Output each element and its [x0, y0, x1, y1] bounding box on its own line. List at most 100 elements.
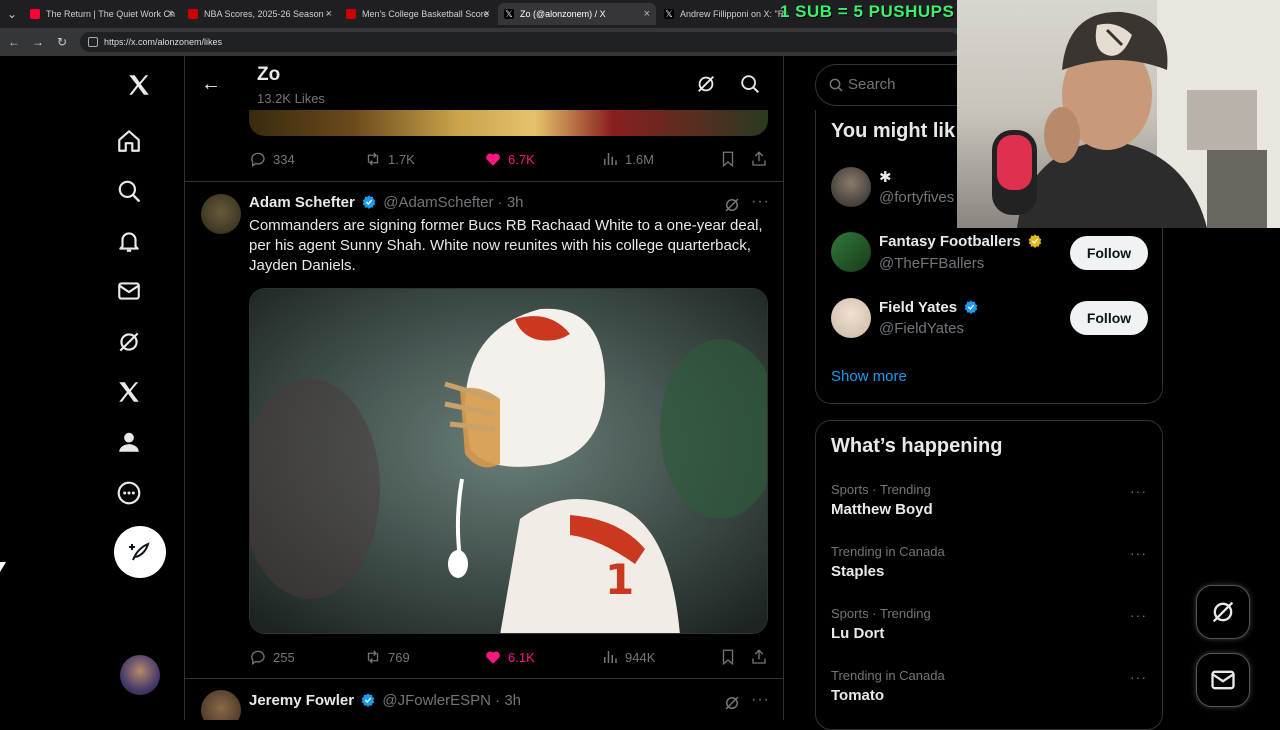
mail-icon	[1211, 670, 1235, 690]
views-bar-chart-icon	[604, 153, 617, 165]
search-icon[interactable]	[739, 73, 761, 100]
user-handle[interactable]: @fortyfives	[879, 189, 954, 206]
show-more-link[interactable]: Show more	[831, 368, 907, 385]
x-favicon-icon: 𝕏	[504, 9, 514, 19]
browser-tab-3[interactable]: Men's College Basketball Score ×	[340, 3, 496, 25]
trend-name[interactable]: Staples	[831, 563, 884, 580]
trend-meta: Sports · Trending	[831, 606, 931, 621]
trend-more-icon[interactable]: ···	[1130, 483, 1147, 499]
url-input[interactable]: https://x.com/alonzonem/likes	[80, 32, 960, 52]
author-avatar[interactable]	[201, 194, 241, 234]
share-button[interactable]	[750, 149, 768, 169]
author-handle[interactable]: @JFowlerESPN	[382, 692, 491, 709]
tweet-media-image[interactable]	[249, 110, 768, 136]
main-timeline: ← Zo 13.2K Likes 334 1.7K 6.7K 1.6M Adam…	[184, 56, 784, 720]
bookmark-button[interactable]	[719, 647, 737, 667]
trend-meta: Trending in Canada	[831, 668, 945, 683]
trend-name[interactable]: Lu Dort	[831, 625, 884, 642]
author-avatar[interactable]	[201, 690, 241, 720]
account-avatar[interactable]	[120, 655, 160, 695]
profile-header: ← Zo 13.2K Likes	[185, 56, 783, 110]
tweet-time[interactable]: · 3h	[495, 692, 521, 709]
user-name[interactable]: ✱	[879, 168, 892, 186]
premium-x-icon[interactable]	[114, 377, 144, 407]
retweet-icon	[367, 152, 379, 166]
author-name[interactable]: Jeremy Fowler	[249, 692, 354, 709]
tweet-actions: 334 1.7K 6.7K 1.6M	[249, 149, 769, 169]
home-icon[interactable]	[114, 126, 144, 156]
like-button[interactable]: 6.7K	[484, 149, 535, 169]
retweet-count: 1.7K	[388, 151, 415, 167]
verified-badge-icon	[362, 195, 376, 209]
trend-more-icon[interactable]: ···	[1130, 545, 1147, 561]
messages-float-button[interactable]	[1196, 653, 1250, 707]
tweet-more-icon[interactable]: ···	[751, 193, 770, 211]
user-avatar[interactable]	[831, 167, 871, 207]
author-handle[interactable]: @AdamSchefter	[383, 194, 493, 211]
user-avatar[interactable]	[831, 298, 871, 338]
whats-happening-card: What’s happening Sports · Trending Matth…	[815, 420, 1163, 730]
like-button[interactable]: 6.1K	[484, 647, 535, 667]
bookmark-button[interactable]	[719, 149, 737, 169]
trend-name[interactable]: Matthew Boyd	[831, 501, 933, 518]
grok-icon	[1212, 601, 1234, 623]
retweet-button[interactable]: 769	[364, 647, 410, 667]
views-button[interactable]: 944K	[601, 647, 655, 667]
explore-search-icon[interactable]	[114, 176, 144, 206]
views-button[interactable]: 1.6M	[601, 149, 654, 169]
tab-list-chevron-icon[interactable]: ⌄	[4, 6, 20, 22]
tweet-actions: 255 769 6.1K 944K	[249, 647, 769, 667]
browser-tab-1[interactable]: The Return | The Quiet Work Ch ×	[24, 3, 180, 25]
bookmark-icon	[722, 151, 734, 168]
user-name-row[interactable]: Fantasy Footballers	[879, 233, 1045, 250]
page-title: Zo	[257, 64, 281, 85]
site-info-icon[interactable]	[88, 37, 98, 47]
back-arrow-icon[interactable]: ←	[6, 34, 22, 50]
grok-float-button[interactable]	[1196, 585, 1250, 639]
reply-button[interactable]: 255	[249, 647, 295, 667]
x-logo-icon[interactable]	[124, 70, 154, 100]
profile-icon[interactable]	[114, 427, 144, 457]
grok-explain-icon[interactable]	[723, 694, 741, 717]
browser-tab-5[interactable]: 𝕏 Andrew Fillipponi on X: "Rum	[658, 3, 788, 25]
share-upload-icon	[752, 151, 766, 166]
compose-post-button[interactable]	[114, 526, 166, 578]
grok-icon[interactable]	[695, 73, 717, 100]
forward-arrow-icon[interactable]: →	[30, 34, 46, 50]
view-count: 1.6M	[625, 151, 654, 167]
follow-button[interactable]: Follow	[1070, 301, 1148, 335]
tweet-text: Commanders are signing former Bucs RB Ra…	[249, 217, 763, 274]
user-name-row[interactable]: Field Yates	[879, 299, 981, 316]
tweet-more-icon[interactable]: ···	[751, 691, 770, 709]
author-name[interactable]: Adam Schefter	[249, 194, 355, 211]
trend-more-icon[interactable]: ···	[1130, 669, 1147, 685]
back-arrow-icon[interactable]: ←	[201, 73, 221, 96]
share-upload-icon	[752, 649, 766, 664]
browser-tab-4-active[interactable]: 𝕏 Zo (@alonzonem) / X ×	[498, 3, 656, 25]
tweet-media-image[interactable]: 1	[249, 288, 768, 634]
retweet-button[interactable]: 1.7K	[364, 149, 415, 169]
reply-button[interactable]: 334	[249, 149, 295, 169]
trend-name[interactable]: Tomato	[831, 687, 884, 704]
tab-close-icon[interactable]: ×	[484, 3, 490, 25]
user-avatar[interactable]	[831, 232, 871, 272]
tab-close-icon[interactable]: ×	[644, 3, 650, 25]
tab-close-icon[interactable]: ×	[168, 3, 174, 25]
football-player-photo: 1	[250, 289, 767, 633]
browser-tab-2[interactable]: NBA Scores, 2025-26 Season - ×	[182, 3, 338, 25]
follow-button[interactable]: Follow	[1070, 236, 1148, 270]
messages-mail-icon[interactable]	[114, 276, 144, 306]
grok-icon[interactable]	[114, 327, 144, 357]
like-count: 6.1K	[508, 649, 535, 665]
reload-icon[interactable]: ↻	[54, 34, 70, 50]
tab-close-icon[interactable]: ×	[326, 3, 332, 25]
tweet-time[interactable]: · 3h	[498, 194, 524, 211]
trend-more-icon[interactable]: ···	[1130, 607, 1147, 623]
share-button[interactable]	[750, 647, 768, 667]
url-text: https://x.com/alonzonem/likes	[104, 37, 223, 47]
user-handle[interactable]: @TheFFBallers	[879, 255, 984, 272]
notifications-bell-icon[interactable]	[114, 226, 144, 256]
x-favicon-icon: 𝕏	[664, 9, 674, 19]
user-handle[interactable]: @FieldYates	[879, 320, 964, 337]
more-options-icon[interactable]	[114, 478, 144, 508]
